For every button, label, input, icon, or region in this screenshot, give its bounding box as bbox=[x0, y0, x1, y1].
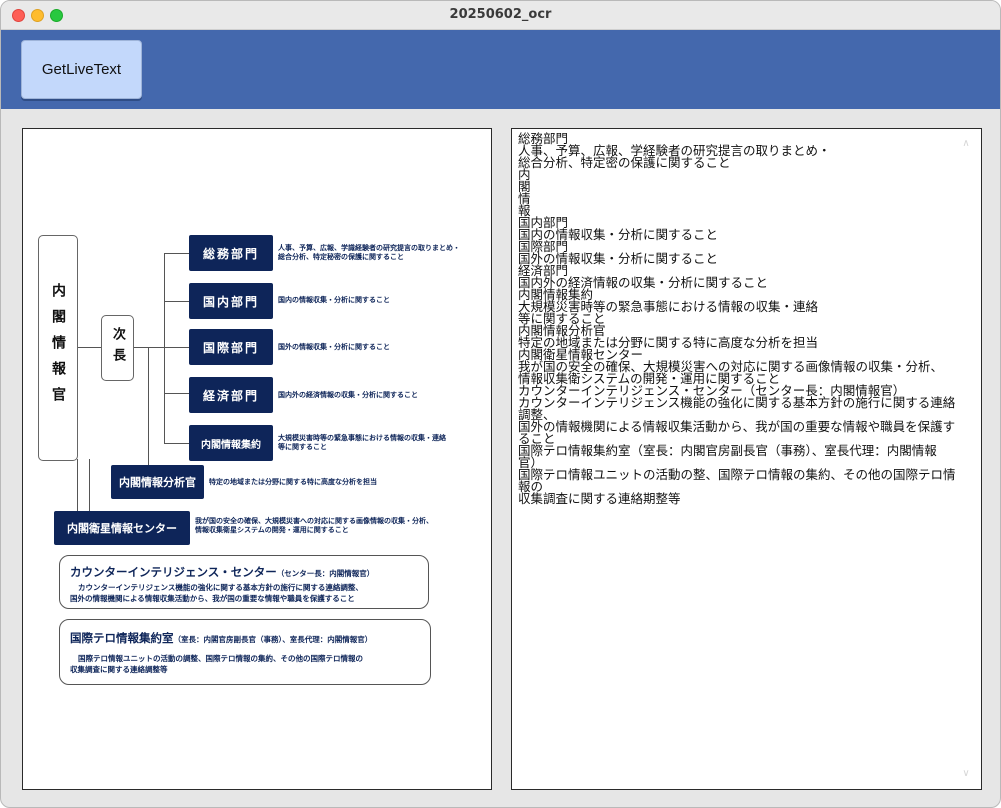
get-live-text-button[interactable]: GetLiveText bbox=[21, 40, 142, 99]
ocr-line: 内 bbox=[518, 167, 531, 182]
ocr-line: 報 bbox=[518, 203, 531, 218]
analyst-desc: 特定の地域または分野に関する特に高度な分析を担当 bbox=[209, 478, 377, 486]
department-desc-general-affairs: 人事、予算、広報、学識経験者の研究提言の取りまとめ・ 総合分析、特定秘密の保護に… bbox=[278, 244, 491, 262]
toolbar: GetLiveText bbox=[1, 30, 1000, 109]
department-desc-line: 国内の情報収集・分析に関すること bbox=[278, 296, 390, 304]
counter-intelligence-desc-2: 国外の情報機関による情報収集活動から、我が国の重要な情報や職員を保護すること bbox=[70, 594, 355, 603]
ocr-line: 国際テロ情報ユニットの活動の整、国際テロ情報の集約、その他の国際テロ情 bbox=[518, 467, 956, 482]
ocr-line: 国際テロ情報集約室（室長：内閣官房副長官（事務）、室長代理：内閣情報 bbox=[518, 443, 937, 458]
app-window: 20250602_ocr GetLiveText 内閣情報官 次長 総務部門 人… bbox=[0, 0, 1001, 808]
ocr-line: カウンターインテリジェンス機能の強化に関する基本方針の施行に関する連絡 bbox=[518, 395, 956, 410]
department-desc-info-aggregation: 大規模災害時等の緊急事態における情報の収集・連絡 等に関すること bbox=[278, 434, 491, 452]
counter-intelligence-title-text: カウンターインテリジェンス・センター bbox=[70, 565, 277, 579]
counter-terrorism-desc-2: 収集調査に関する連絡調整等 bbox=[70, 665, 168, 674]
cabinet-intelligence-director-label: 内閣情報官 bbox=[50, 283, 66, 413]
department-box-domestic: 国内部門 bbox=[189, 283, 273, 319]
ocr-line: 閣 bbox=[518, 179, 531, 194]
department-desc-line: 総合分析、特定秘密の保護に関すること bbox=[278, 253, 404, 261]
department-desc-line: 大規模災害時等の緊急事態における情報の収集・連絡 bbox=[278, 434, 446, 442]
ocr-line: 総合分析、特定密の保護に関すること bbox=[518, 155, 731, 170]
scroll-up-arrow-icon[interactable]: ∧ bbox=[960, 139, 972, 149]
deputy-label: 次長 bbox=[110, 327, 125, 369]
counter-terrorism-subtitle: （室長：内閣官房副長官（事務）、室長代理：内閣情報官） bbox=[173, 635, 373, 644]
counter-intelligence-box: カウンターインテリジェンス・センター（センター長：内閣情報官） カウンターインテ… bbox=[59, 555, 429, 609]
connector-line bbox=[134, 347, 189, 348]
department-box-international: 国際部門 bbox=[189, 329, 273, 365]
image-view: 内閣情報官 次長 総務部門 人事、予算、広報、学識経験者の研究提言の取りまとめ・… bbox=[22, 128, 492, 790]
counter-terrorism-box: 国際テロ情報集約室（室長：内閣官房副長官（事務）、室長代理：内閣情報官） 国際テ… bbox=[59, 619, 431, 685]
counter-terrorism-title-text: 国際テロ情報集約室 bbox=[70, 631, 174, 645]
department-desc-line: 国外の情報収集・分析に関すること bbox=[278, 343, 390, 351]
department-desc-domestic: 国内の情報収集・分析に関すること bbox=[278, 296, 491, 305]
connector-line bbox=[78, 347, 101, 348]
satellite-desc-line: 情報収集衛星システムの開発・運用に関すること bbox=[195, 526, 349, 534]
satellite-desc-line: 我が国の安全の確保、大規模災害への対応に関する画像情報の収集・分析、 bbox=[195, 517, 433, 525]
window-title: 20250602_ocr bbox=[449, 7, 552, 22]
counter-intelligence-subtitle: （センター長：内閣情報官） bbox=[276, 569, 375, 578]
satellite-center-box: 内閣衛星情報センター bbox=[54, 511, 190, 545]
connector-line bbox=[164, 253, 165, 443]
department-box-general-affairs: 総務部門 bbox=[189, 235, 273, 271]
department-box-economic: 経済部門 bbox=[189, 377, 273, 413]
satellite-center-desc: 我が国の安全の確保、大規模災害への対応に関する画像情報の収集・分析、 情報収集衛… bbox=[195, 517, 490, 535]
cabinet-intelligence-director-box: 内閣情報官 bbox=[38, 235, 78, 461]
connector-line bbox=[77, 459, 78, 511]
scroll-down-arrow-icon[interactable]: ∨ bbox=[960, 769, 972, 779]
counter-intelligence-title: カウンターインテリジェンス・センター（センター長：内閣情報官） bbox=[70, 564, 374, 580]
ocr-line: 情 bbox=[518, 191, 531, 206]
department-desc-line: 国内外の経済情報の収集・分析に関すること bbox=[278, 391, 418, 399]
department-desc-line: 人事、予算、広報、学識経験者の研究提言の取りまとめ・ bbox=[278, 244, 460, 252]
title-bar: 20250602_ocr bbox=[1, 1, 1000, 30]
department-box-info-aggregation: 内閣情報集約 bbox=[189, 425, 273, 461]
ocr-line: 国内の情報収集・分析に関すること bbox=[518, 227, 719, 242]
connector-line bbox=[89, 459, 90, 511]
department-desc-economic: 国内外の経済情報の収集・分析に関すること bbox=[278, 391, 491, 400]
ocr-line: 国外の情報機関による情報収集活動から、我が国の重要な情報や職員を保護す bbox=[518, 419, 956, 434]
department-desc-line: 等に関すること bbox=[278, 443, 327, 451]
connector-line bbox=[148, 347, 149, 465]
ocr-text-view[interactable]: 総務部門 人事、予算、広報、学経験者の研究提言の取りまとめ・ 総合分析、特定密の保護… bbox=[511, 128, 982, 790]
ocr-text-area[interactable]: 総務部門 人事、予算、広報、学経験者の研究提言の取りまとめ・ 総合分析、特定密の保護… bbox=[518, 132, 958, 506]
ocr-line: 収集調査に関する連絡期整等 bbox=[518, 491, 681, 506]
deputy-box: 次長 bbox=[101, 315, 134, 381]
counter-terrorism-title: 国際テロ情報集約室（室長：内閣官房副長官（事務）、室長代理：内閣情報官） bbox=[70, 630, 372, 646]
department-desc-international: 国外の情報収集・分析に関すること bbox=[278, 343, 491, 352]
ocr-line: 国外の情報収集・分析に関すること bbox=[518, 251, 719, 266]
analyst-box: 内閣情報分析官 bbox=[111, 465, 204, 499]
org-chart-image: 内閣情報官 次長 総務部門 人事、予算、広報、学識経験者の研究提言の取りまとめ・… bbox=[23, 129, 491, 789]
